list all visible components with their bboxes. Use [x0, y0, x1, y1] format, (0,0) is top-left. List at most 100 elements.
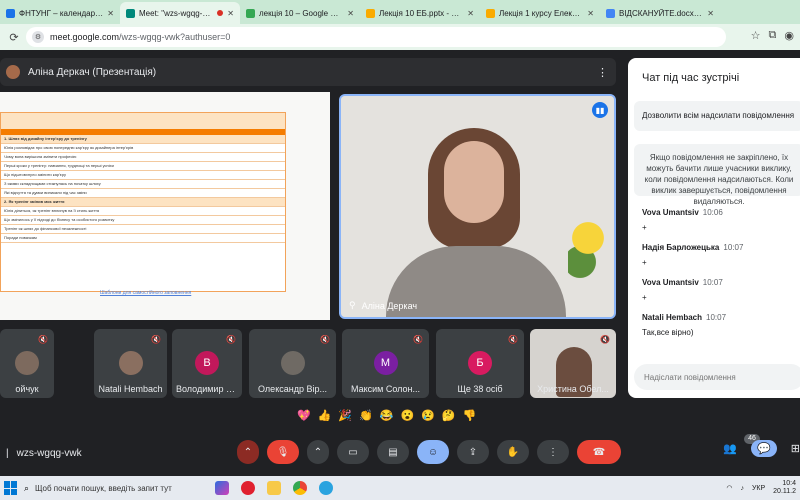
tab-favicon	[486, 8, 495, 18]
mic-muted-icon: 🔇	[38, 335, 48, 344]
participant-tile[interactable]: Б 🔇 Ще 38 осіб	[436, 329, 524, 398]
tab-label: Лекція 10 ЕБ.pptx - Google...	[379, 8, 463, 18]
reaction-emoji[interactable]: 😢	[421, 409, 435, 422]
more-vert-icon: ⋮	[548, 446, 558, 458]
slide-link[interactable]: Шаблони для самостійного заповнення	[100, 290, 191, 296]
address-bar[interactable]: ⚙ meet.google.com/wzs-wgqg-vwk?authuser=…	[26, 27, 726, 47]
camera-options-button[interactable]: ⌃	[307, 440, 329, 464]
camera-button[interactable]: ▭	[337, 440, 369, 464]
captions-button[interactable]: ▤	[377, 440, 409, 464]
participant-tile[interactable]: М 🔇 Максим Солон...	[342, 329, 429, 398]
message-author: Vova Umantsiv	[642, 278, 699, 287]
file-explorer-icon[interactable]	[267, 481, 282, 495]
message-time: 10:06	[702, 208, 723, 217]
reaction-emoji[interactable]: 👏	[359, 409, 373, 422]
message-time: 10:07	[706, 313, 727, 322]
presentation-header: Аліна Деркач (Презентація) ⋮	[0, 58, 616, 86]
volume-icon[interactable]: ♪	[740, 485, 744, 492]
slide-table: 1. Шлях від дизайну інтер'єру до тренінг…	[0, 112, 286, 292]
reaction-bar: 💖 👍 🎉 👏 😂 😮 😢 🤔 👎	[297, 409, 476, 422]
tab-favicon	[366, 8, 375, 18]
mic-muted-icon: 🔇	[600, 335, 610, 344]
telegram-icon[interactable]	[319, 481, 334, 495]
tab-favicon	[126, 8, 135, 18]
audio-options-button[interactable]: ⌃	[237, 440, 259, 464]
participant-tile[interactable]: 🔇 ойчук	[0, 329, 54, 398]
language-indicator[interactable]: УКР	[752, 485, 765, 492]
participant-tile[interactable]: 🔇 Natali Hembach	[94, 329, 167, 398]
address-bar-row: ⟳ ⚙ meet.google.com/wzs-wgqg-vwk?authuse…	[0, 24, 800, 50]
profile-icon[interactable]: ◉	[784, 29, 794, 42]
site-info-icon[interactable]: ⚙	[32, 31, 44, 43]
participant-avatar: Б	[468, 351, 492, 375]
browser-tab[interactable]: Лекція 10 ЕБ.pptx - Google... ✕	[360, 2, 480, 24]
participant-photo	[118, 351, 143, 375]
present-button[interactable]: ⇪	[457, 440, 489, 464]
chat-input[interactable]	[634, 364, 800, 390]
reaction-emoji[interactable]: 😮	[401, 409, 415, 422]
more-options-icon[interactable]: ⋮	[597, 66, 608, 79]
participant-tile[interactable]: В 🔇 Володимир Пр...	[172, 329, 242, 398]
reaction-emoji[interactable]: 🤔	[442, 409, 456, 422]
speaking-indicator-icon: ▮▮	[592, 102, 608, 118]
close-tab-icon[interactable]: ✕	[587, 9, 594, 18]
opera-icon[interactable]	[241, 481, 256, 495]
microphone-off-button[interactable]: 🎙	[267, 440, 299, 464]
participant-tile[interactable]: 🔇 Христина Обел...	[530, 329, 616, 398]
participant-tile[interactable]: 🔇 Олександр Вір...	[249, 329, 336, 398]
browser-tab[interactable]: Meet: "wzs-wgqg-vwk" ✕	[120, 2, 240, 24]
more-options-button[interactable]: ⋮	[537, 440, 569, 464]
people-icon[interactable]: 👥	[723, 442, 737, 455]
speaker-video-tile[interactable]: ▮▮ ⚲ Аліна Деркач	[339, 94, 616, 319]
side-panel-controls: 👥 💬 ⊞	[723, 440, 800, 457]
extensions-icon[interactable]: ⧉	[769, 29, 777, 42]
tab-label: Meet: "wzs-wgqg-vwk"	[139, 8, 214, 18]
browser-tab[interactable]: Лекція 1 курсу Електронн... ✕	[480, 2, 600, 24]
close-tab-icon[interactable]: ✕	[467, 9, 474, 18]
leave-call-button[interactable]: ☎	[577, 440, 621, 464]
participant-name: Natali Hembach	[98, 384, 163, 394]
participant-name: Максим Солон...	[351, 384, 420, 394]
bookmark-star-icon[interactable]: ☆	[751, 29, 761, 42]
close-tab-icon[interactable]: ✕	[347, 9, 354, 18]
wifi-icon[interactable]: ◠	[726, 484, 732, 492]
participant-name: Христина Обел...	[537, 384, 609, 394]
slide-table-row: Що змінилось у її підході до бізнесу та …	[1, 216, 285, 225]
search-icon[interactable]: ⌕	[24, 483, 29, 494]
activities-icon[interactable]: ⊞	[791, 442, 800, 455]
emoji-button[interactable]: ☺	[417, 440, 449, 464]
clock[interactable]: 10:4 20.11.2	[773, 480, 796, 496]
slide-table-row: Чому вона вирішила змінити професію	[1, 153, 285, 162]
allow-messages-toggle[interactable]: Дозволити всім надсилати повідомлення	[634, 101, 800, 131]
message-text: Так,все вірно)	[642, 328, 694, 337]
copilot-icon[interactable]	[215, 481, 230, 495]
close-tab-icon[interactable]: ✕	[227, 9, 234, 18]
reaction-emoji[interactable]: 👍	[318, 409, 332, 422]
reaction-emoji[interactable]: 😂	[380, 409, 394, 422]
shared-presentation: 1. Шлях від дизайну інтер'єру до тренінг…	[0, 92, 330, 320]
raise-hand-button[interactable]: ✋	[497, 440, 529, 464]
browser-tab[interactable]: лекція 10 – Google Диск ✕	[240, 2, 360, 24]
chrome-icon[interactable]	[293, 481, 308, 495]
chat-icon[interactable]: 💬	[751, 440, 777, 457]
meeting-details: | wzs-wgqg-vwk	[6, 448, 82, 459]
clock-date: 20.11.2	[773, 488, 796, 495]
presenter-avatar	[6, 65, 20, 79]
reaction-emoji[interactable]: 👎	[463, 409, 477, 422]
taskbar-search[interactable]: Щоб почати пошук, введіть запит тут	[35, 484, 205, 493]
reaction-emoji[interactable]: 🎉	[338, 409, 352, 422]
tab-favicon	[6, 8, 15, 18]
emoji-icon: ☺	[427, 446, 439, 458]
reaction-emoji[interactable]: 💖	[297, 409, 311, 422]
participant-name: ойчук	[15, 384, 39, 394]
close-tab-icon[interactable]: ✕	[707, 9, 714, 18]
close-tab-icon[interactable]: ✕	[107, 9, 114, 18]
browser-tab[interactable]: ФНТУНГ – календар - 4 c... ✕	[0, 2, 120, 24]
present-icon: ⇪	[468, 446, 478, 458]
reload-icon[interactable]: ⟳	[6, 31, 22, 44]
windows-start-icon[interactable]	[4, 481, 18, 495]
slide-table-header	[1, 113, 285, 129]
slide-table-row: З якими складнощами стикнулась на початк…	[1, 180, 285, 189]
browser-tab[interactable]: ВІДСКАНУЙТЕ.docx - Goo... ✕	[600, 2, 720, 24]
pin-icon[interactable]: ⚲	[349, 300, 356, 311]
